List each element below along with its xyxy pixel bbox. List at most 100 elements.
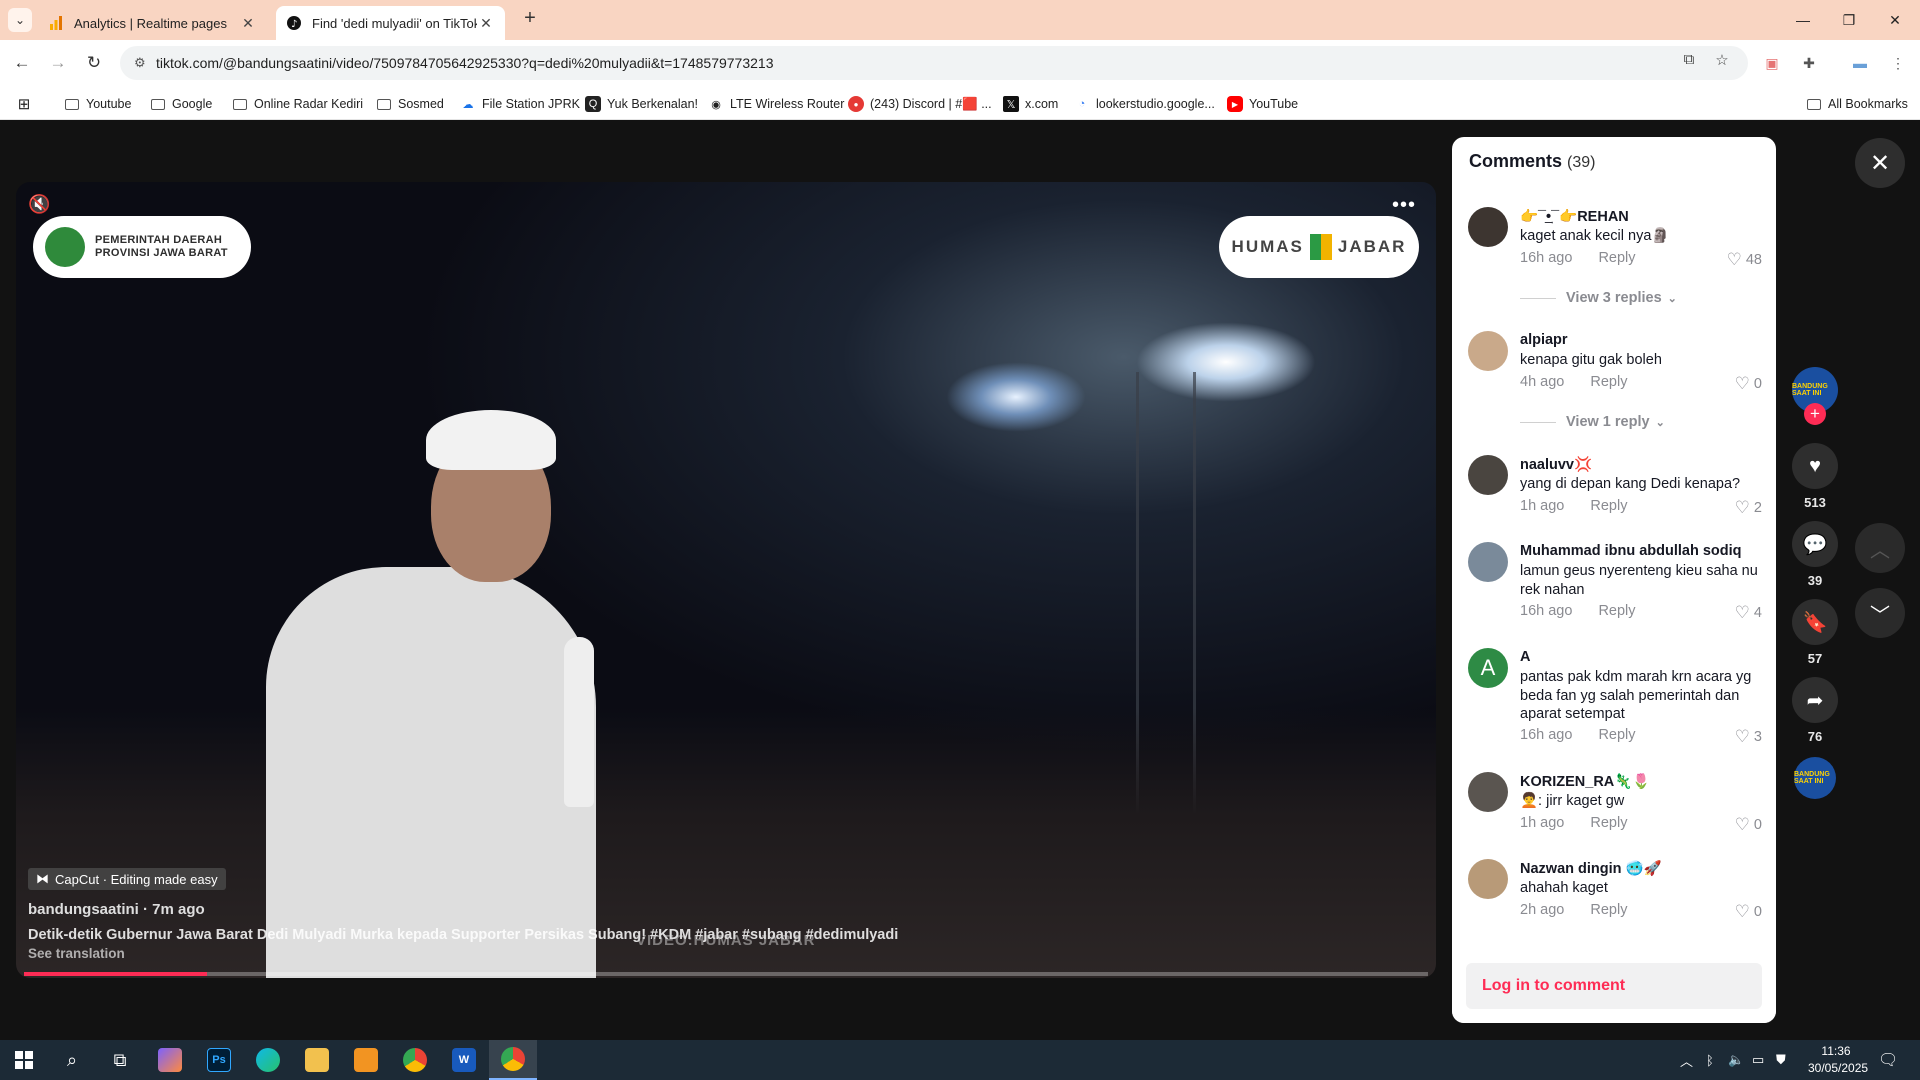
comment-like[interactable]: ♡ 2 xyxy=(1735,498,1762,518)
bookmark-discord[interactable]: ● (243) Discord | #🟥 ... xyxy=(848,94,992,114)
all-bookmarks[interactable]: All Bookmarks xyxy=(1806,94,1908,114)
tab-search-button[interactable]: ⌄ xyxy=(8,8,32,32)
comment-like[interactable]: ♡ 4 xyxy=(1735,603,1762,623)
see-translation-link[interactable]: See translation xyxy=(28,946,125,961)
tab-close-icon[interactable]: ✕ xyxy=(239,15,257,32)
comment-username[interactable]: alpiapr xyxy=(1520,332,1568,348)
previous-video-button[interactable]: ︿ xyxy=(1855,523,1905,573)
bookmark-file-station[interactable]: ☁ File Station JPRK xyxy=(460,94,580,114)
restore-button[interactable]: ❐ xyxy=(1826,0,1872,40)
bookmark-sosmed[interactable]: Sosmed xyxy=(376,94,444,114)
tab-analytics[interactable]: Analytics | Realtime pages ✕ xyxy=(38,6,267,40)
reload-button[interactable]: ↻ xyxy=(82,51,106,75)
comment-like[interactable]: ♡ 48 xyxy=(1727,250,1762,270)
save-button[interactable]: 🔖 xyxy=(1792,599,1838,645)
like-button[interactable]: ♥ xyxy=(1792,443,1838,489)
close-window-button[interactable]: ✕ xyxy=(1872,0,1918,40)
comment-button[interactable]: 💬 xyxy=(1792,521,1838,567)
next-video-button[interactable]: ﹀ xyxy=(1855,588,1905,638)
comment-like[interactable]: ♡ 0 xyxy=(1735,374,1762,394)
bookmark-google-folder[interactable]: Google xyxy=(150,94,212,114)
avatar[interactable]: A xyxy=(1468,648,1508,688)
show-hidden-icons[interactable]: ︿ xyxy=(1680,1040,1693,1080)
video-progress-bar[interactable] xyxy=(24,972,1428,976)
system-clock[interactable]: 11:36 30/05/2025 xyxy=(1808,1043,1868,1077)
comment-username[interactable]: 👉¯͢•¯👉REHAN xyxy=(1520,208,1629,225)
extension-icon[interactable]: ▣ xyxy=(1760,51,1784,75)
url-text[interactable]: tiktok.com/@bandungsaatini/video/7509784… xyxy=(156,55,773,71)
reply-button[interactable]: Reply xyxy=(1598,727,1635,743)
back-button[interactable]: ← xyxy=(10,51,34,75)
comment-username[interactable]: Muhammad ibnu abdullah sodiq xyxy=(1520,543,1742,559)
profile-icon[interactable]: ▬ xyxy=(1848,51,1872,75)
photoshop-icon[interactable]: Ps xyxy=(195,1040,243,1080)
extensions-puzzle-icon[interactable]: ✚ xyxy=(1797,51,1821,75)
bookmark-lookerstudio[interactable]: ◔ lookerstudio.google... xyxy=(1074,94,1215,114)
apps-grid-icon[interactable]: ⊞ xyxy=(16,94,38,114)
comment-like[interactable]: ♡ 0 xyxy=(1735,815,1762,835)
app-icon[interactable] xyxy=(342,1040,390,1080)
muted-speaker-icon[interactable]: 🔇 xyxy=(28,194,54,216)
new-tab-button[interactable]: + xyxy=(519,8,541,30)
notification-icon[interactable]: 🗨 xyxy=(1878,1040,1898,1080)
comment-username[interactable]: KORIZEN_RA🦎🌷 xyxy=(1520,773,1650,790)
security-icon[interactable]: ⛊ xyxy=(1776,1040,1786,1080)
address-bar[interactable]: ⚙ tiktok.com/@bandungsaatini/video/75097… xyxy=(120,46,1748,80)
sound-avatar[interactable]: BANDUNG SAAT INI xyxy=(1794,757,1836,799)
install-app-icon[interactable]: ⧉ xyxy=(1678,51,1700,68)
site-info-icon[interactable]: ⚙ xyxy=(134,55,156,71)
video-author[interactable]: bandungsaatini · 7m ago xyxy=(28,901,205,918)
chrome-icon[interactable] xyxy=(489,1040,537,1080)
forward-button[interactable]: → xyxy=(46,51,70,75)
bookmark-x[interactable]: 𝕏 x.com xyxy=(1003,94,1058,114)
avatar[interactable] xyxy=(1468,542,1508,582)
avatar[interactable] xyxy=(1468,331,1508,371)
capcut-badge[interactable]: ⧓ CapCut · Editing made easy xyxy=(28,868,226,890)
close-video-button[interactable]: ✕ xyxy=(1855,138,1905,188)
reply-button[interactable]: Reply xyxy=(1590,498,1627,514)
reply-button[interactable]: Reply xyxy=(1590,374,1627,390)
bookmark-star-icon[interactable]: ☆ xyxy=(1711,51,1733,69)
bookmark-lte-router[interactable]: ◉ LTE Wireless Router xyxy=(708,94,844,114)
tab-tiktok[interactable]: ♪ Find 'dedi mulyadii' on TikTok | ✕ xyxy=(276,6,505,40)
video-player[interactable]: PEMERINTAH DAERAH PROVINSI JAWA BARAT HU… xyxy=(16,182,1436,978)
chrome-profile-icon[interactable] xyxy=(391,1040,439,1080)
menu-kebab-icon[interactable]: ⋮ xyxy=(1886,51,1910,75)
comments-list[interactable]: 👉¯͢•¯👉REHAN kaget anak kecil nya🗿 16h ag… xyxy=(1452,197,1776,957)
task-view-icon[interactable]: ⧉ xyxy=(96,1040,144,1080)
network-icon[interactable]: ▭ xyxy=(1752,1040,1764,1080)
reply-button[interactable]: Reply xyxy=(1598,250,1635,266)
bookmark-online-radar-kediri[interactable]: Online Radar Kediri xyxy=(232,94,363,114)
more-options-icon[interactable]: ••• xyxy=(1392,194,1416,217)
share-button[interactable]: ➦ xyxy=(1792,677,1838,723)
file-explorer-icon[interactable] xyxy=(293,1040,341,1080)
bluetooth-icon[interactable]: ᛒ xyxy=(1706,1040,1714,1080)
avatar[interactable] xyxy=(1468,859,1508,899)
view-replies-button[interactable]: View 3 replies ⌄ xyxy=(1520,290,1677,306)
reply-button[interactable]: Reply xyxy=(1598,603,1635,619)
reply-button[interactable]: Reply xyxy=(1590,902,1627,918)
avatar[interactable] xyxy=(1468,455,1508,495)
volume-muted-icon[interactable]: 🔈 xyxy=(1728,1040,1744,1080)
reply-button[interactable]: Reply xyxy=(1590,815,1627,831)
word-icon[interactable]: W xyxy=(440,1040,488,1080)
minimize-button[interactable]: — xyxy=(1780,0,1826,40)
avatar[interactable] xyxy=(1468,207,1508,247)
avatar[interactable] xyxy=(1468,772,1508,812)
comment-like[interactable]: ♡ 3 xyxy=(1735,727,1762,747)
log-in-to-comment-button[interactable]: Log in to comment xyxy=(1466,963,1762,1009)
edge-icon[interactable] xyxy=(244,1040,292,1080)
windows-start-icon[interactable] xyxy=(0,1040,48,1080)
bookmark-yuk-berkenalan[interactable]: Q Yuk Berkenalan! xyxy=(585,94,698,114)
view-replies-button[interactable]: View 1 reply ⌄ xyxy=(1520,414,1665,430)
comment-username[interactable]: naaluvv💢 xyxy=(1520,456,1592,473)
search-icon[interactable]: ⌕ xyxy=(48,1040,96,1080)
follow-plus-icon[interactable]: + xyxy=(1804,403,1826,425)
bookmark-youtube[interactable]: ▶ YouTube xyxy=(1227,94,1298,114)
comment-username[interactable]: A xyxy=(1520,649,1530,665)
copilot-icon[interactable] xyxy=(146,1040,194,1080)
comment-like[interactable]: ♡ 0 xyxy=(1735,902,1762,922)
bookmark-youtube-folder[interactable]: Youtube xyxy=(64,94,131,114)
tab-close-icon[interactable]: ✕ xyxy=(477,15,495,32)
comment-username[interactable]: Nazwan dingin 🥶🚀 xyxy=(1520,860,1662,877)
